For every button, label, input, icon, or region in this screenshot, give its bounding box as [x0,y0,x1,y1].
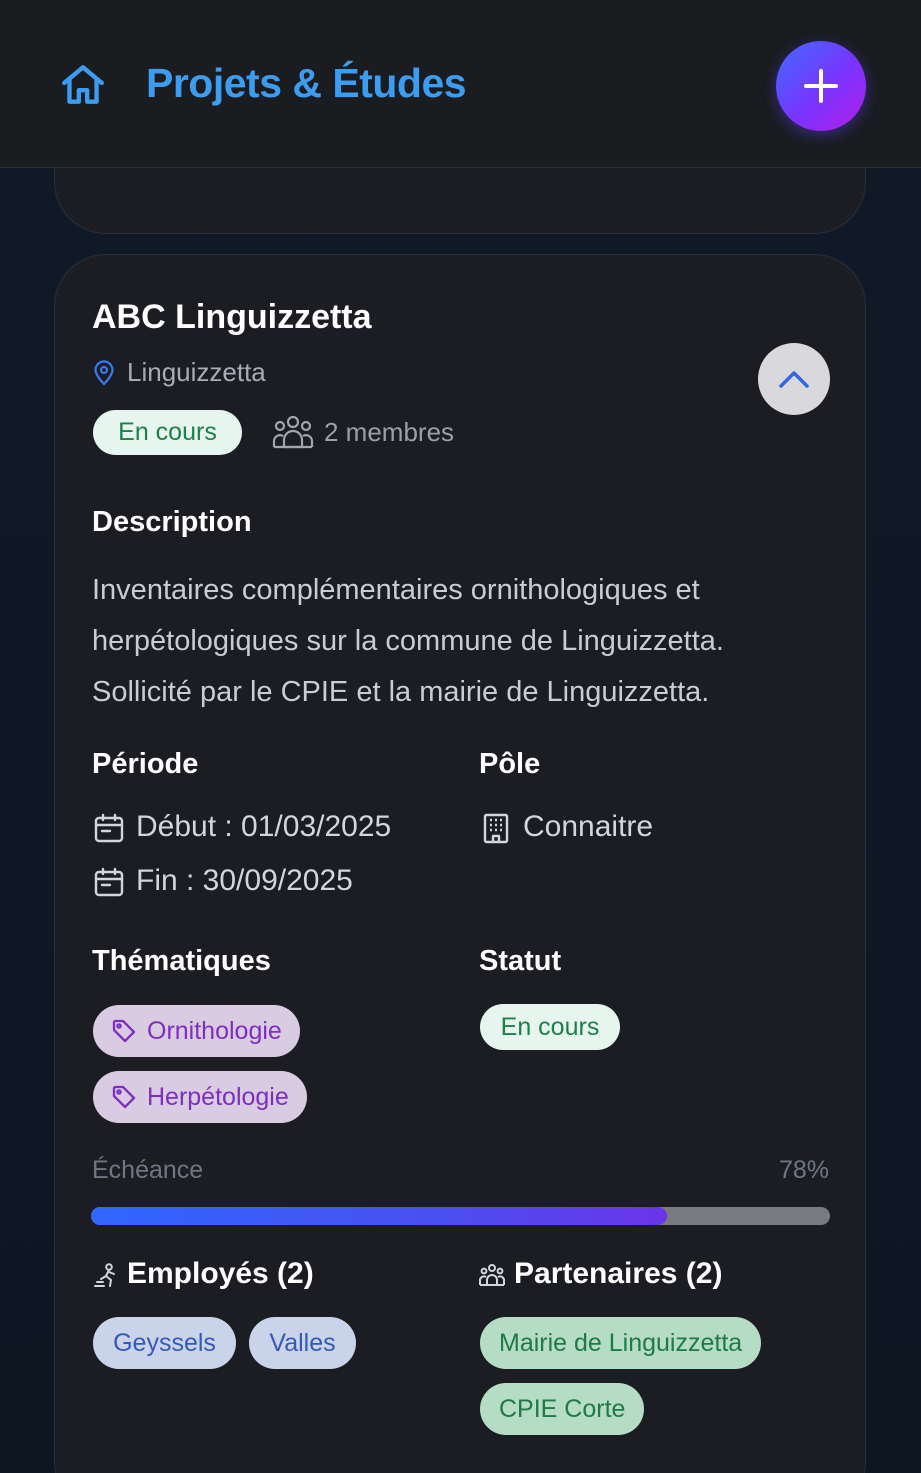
calendar-icon [94,867,124,897]
partner-chip-mairie[interactable]: Mairie de Linguizzetta [480,1317,762,1369]
progress-bar-fill [91,1207,668,1225]
users-icon [272,415,314,449]
location-pin-icon [94,360,114,386]
members-count: 2 membres [324,417,455,447]
end-date: Fin : 30/09/2025 [136,864,353,897]
app-header: Projets & Études [0,0,921,168]
home-icon[interactable] [58,60,108,110]
tag-icon [112,1019,136,1043]
echeance-percent: 78% [779,1156,830,1184]
chevron-up-icon [779,371,809,388]
plus-icon [804,69,838,103]
employees-heading: Employés (2) [127,1257,314,1290]
employees-icon [94,1263,115,1287]
project-location: Linguizzetta [127,357,266,387]
employee-chip-geyssels[interactable]: Geyssels [93,1317,236,1369]
pole-value: Connaitre [523,810,654,843]
echeance-label: Échéance [92,1156,204,1184]
partner-chip-cpie[interactable]: CPIE Corte [480,1383,645,1435]
start-date: Début : 01/03/2025 [136,810,392,843]
add-project-button[interactable] [776,41,866,131]
statut-heading: Statut [479,945,562,977]
tag-ornithologie: Ornithologie [93,1005,300,1057]
partners-icon [479,1264,505,1286]
tag-label: Ornithologie [147,1016,282,1045]
building-icon [483,813,509,844]
description-text: Inventaires complémentaires ornithologiq… [92,574,724,708]
progress-bar [91,1207,830,1225]
partners-heading: Partenaires (2) [514,1257,723,1290]
collapse-button[interactable] [758,343,830,415]
project-name: ABC Linguizzetta [92,298,372,336]
pole-heading: Pôle [479,748,541,780]
tag-icon [112,1085,136,1109]
periode-heading: Période [92,748,199,780]
tag-herpetologie: Herpétologie [93,1071,307,1123]
description-heading: Description [92,506,252,538]
calendar-icon [94,813,124,843]
tag-label: Herpétologie [147,1082,289,1111]
statut-badge: En cours [480,1004,620,1050]
status-badge: En cours [93,410,242,455]
thematiques-heading: Thématiques [92,945,271,977]
page-title: Projets & Études [146,60,467,106]
employee-chip-valles[interactable]: Valles [249,1317,356,1369]
